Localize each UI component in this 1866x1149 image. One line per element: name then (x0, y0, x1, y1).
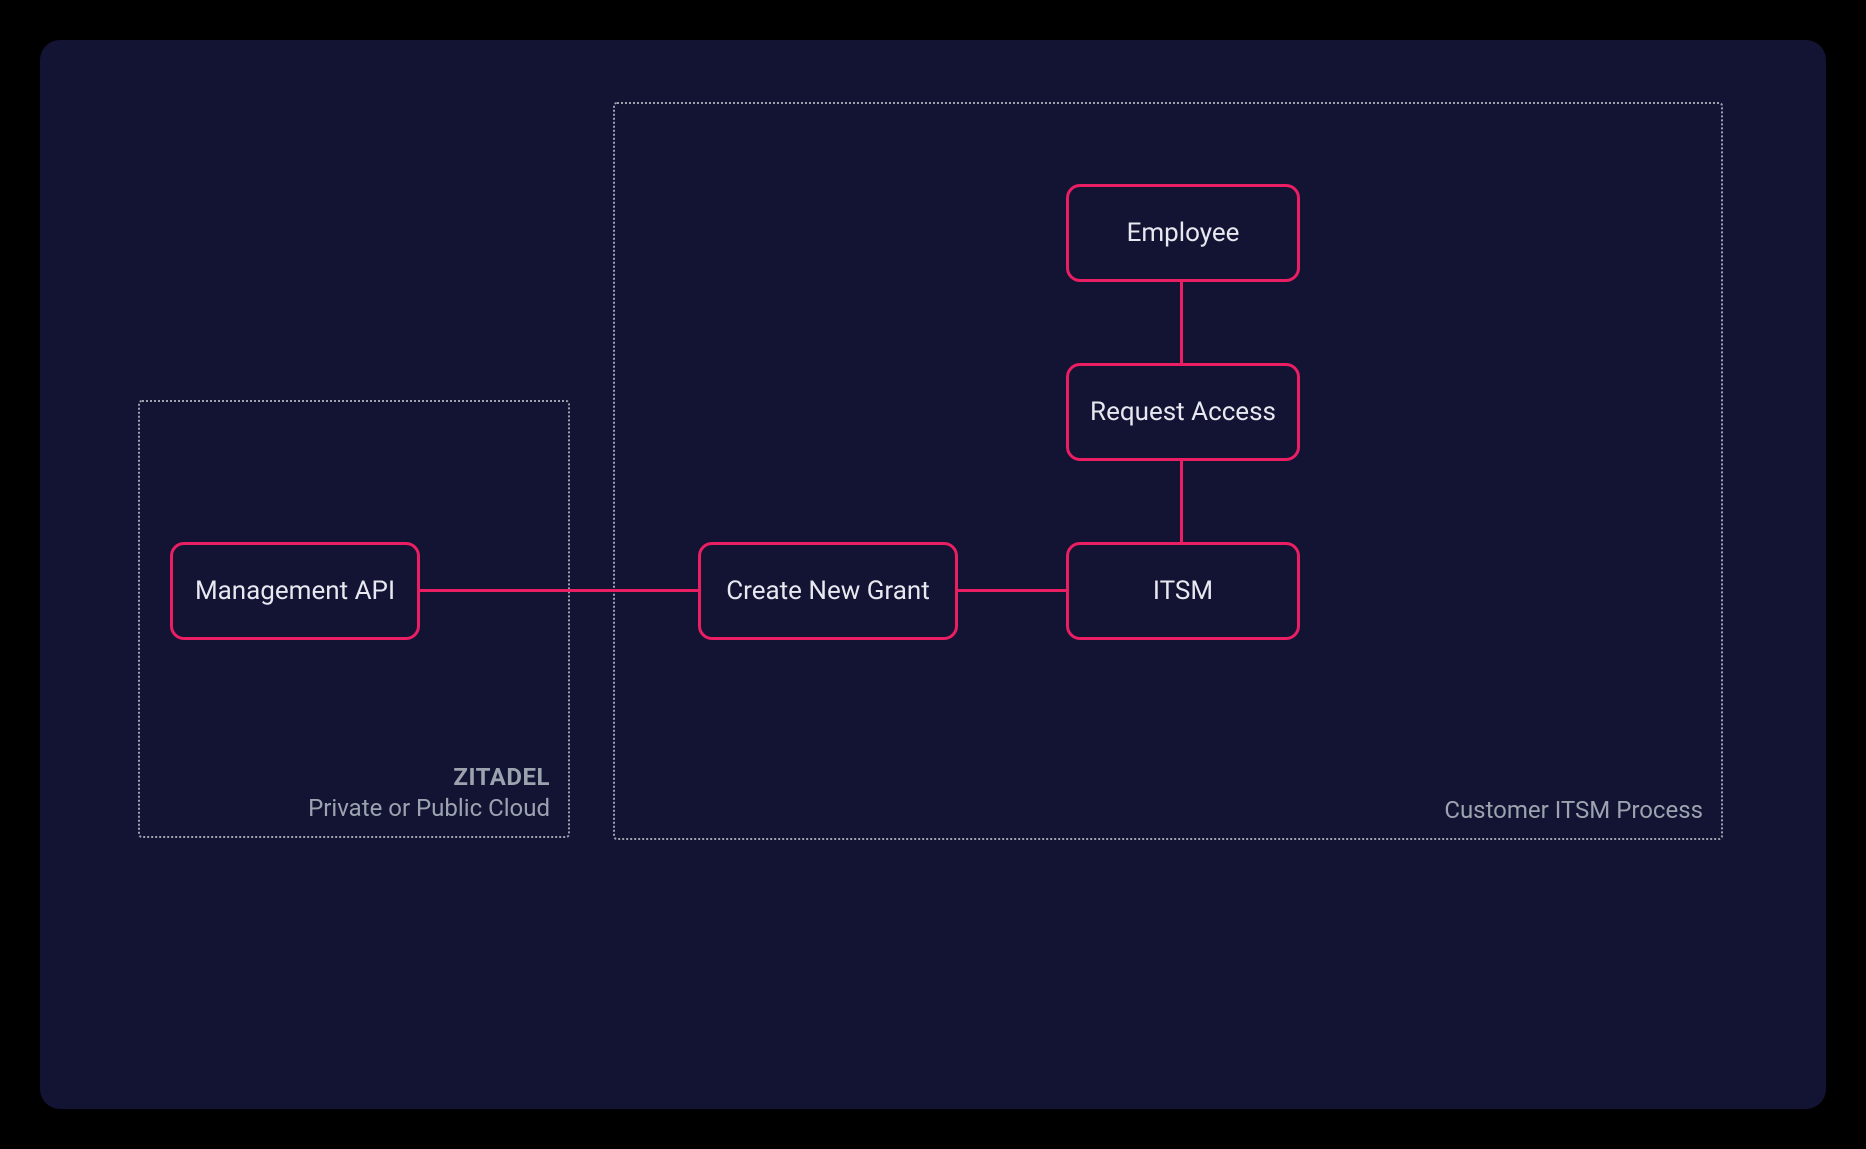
node-request-access: Request Access (1066, 363, 1300, 461)
node-request-access-label: Request Access (1090, 397, 1276, 427)
node-employee-label: Employee (1127, 218, 1240, 248)
connector-itsm-create-new-grant (956, 589, 1068, 592)
diagram-canvas: ZITADEL Private or Public Cloud Customer… (40, 40, 1826, 1109)
node-create-new-grant-label: Create New Grant (726, 576, 930, 606)
container-zitadel-title: ZITADEL (308, 762, 550, 793)
node-management-api: Management API (170, 542, 420, 640)
container-zitadel-subtitle: Private or Public Cloud (308, 793, 550, 824)
connector-create-new-grant-management-api (418, 589, 700, 592)
container-customer-itsm-title: Customer ITSM Process (1444, 795, 1703, 826)
node-management-api-label: Management API (195, 576, 395, 606)
node-create-new-grant: Create New Grant (698, 542, 958, 640)
node-itsm-label: ITSM (1153, 576, 1213, 606)
connector-employee-request-access (1180, 279, 1183, 365)
connector-request-access-itsm (1180, 458, 1183, 544)
container-zitadel-label: ZITADEL Private or Public Cloud (308, 762, 550, 824)
node-itsm: ITSM (1066, 542, 1300, 640)
container-customer-itsm-label: Customer ITSM Process (1444, 795, 1703, 826)
node-employee: Employee (1066, 184, 1300, 282)
